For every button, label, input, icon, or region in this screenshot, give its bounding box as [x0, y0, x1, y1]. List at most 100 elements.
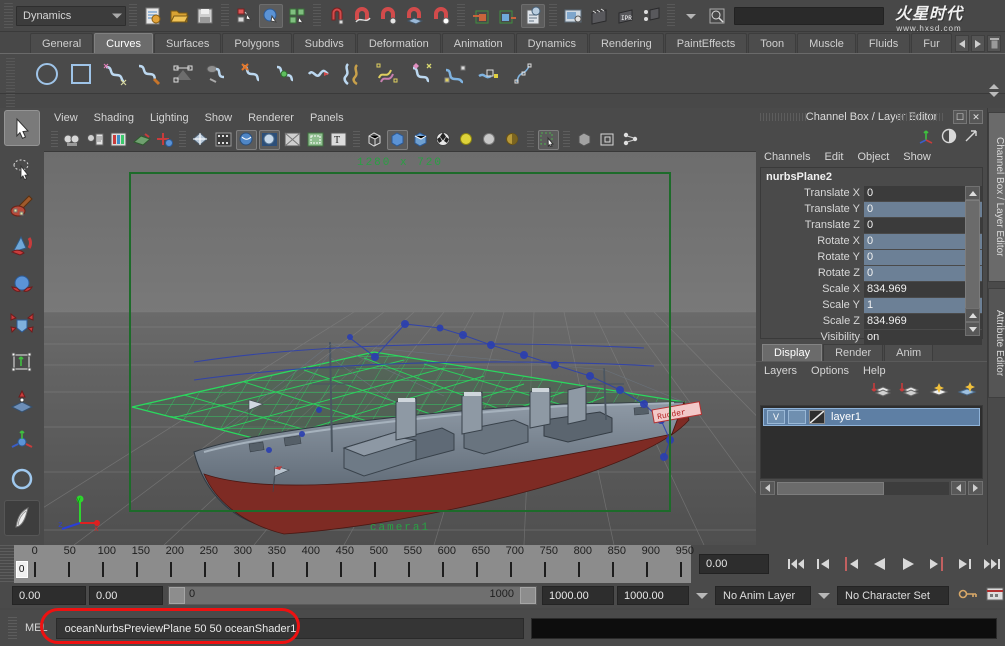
channel-box-menu-object[interactable]: Object [857, 151, 889, 163]
shelf-grip[interactable] [6, 58, 15, 110]
previous-key-button[interactable] [839, 552, 865, 576]
time-slider-grip[interactable] [0, 545, 14, 583]
range-slider-right-handle[interactable] [520, 587, 536, 604]
rebuild-curve-icon[interactable] [404, 57, 437, 90]
viewport-menu-lighting[interactable]: Lighting [150, 112, 189, 124]
channel-box-menu-edit[interactable]: Edit [824, 151, 843, 163]
vertical-tab-channel-box[interactable]: Channel Box / Layer Editor [988, 112, 1005, 282]
select-tool[interactable] [4, 110, 40, 146]
viewport-menu-view[interactable]: View [54, 112, 78, 124]
layer-name[interactable]: layer1 [828, 411, 861, 423]
viewport-menu-renderer[interactable]: Renderer [248, 112, 294, 124]
channel-row-visibility[interactable]: Visibility on [761, 329, 982, 345]
scroll-thumb[interactable] [965, 200, 980, 310]
add-points-tool-icon[interactable] [438, 57, 471, 90]
character-set-selector[interactable]: No Character Set [837, 586, 949, 605]
create-layer-from-selected-icon[interactable] [899, 381, 921, 402]
gate-mask-icon[interactable] [259, 130, 280, 150]
paint-select-tool[interactable] [4, 188, 40, 224]
layer-list-scrollbar[interactable] [760, 481, 983, 495]
film-gate-icon[interactable] [213, 130, 234, 150]
current-time-field[interactable]: 0.00 [699, 554, 769, 574]
shelf-tab-rendering[interactable]: Rendering [589, 33, 664, 53]
tab-anim[interactable]: Anim [884, 344, 933, 361]
nurbs-circle-icon[interactable] [30, 57, 63, 90]
rotate-tool[interactable] [4, 266, 40, 302]
layer-menu-layers[interactable]: Layers [764, 365, 797, 377]
shelf-tab-subdivs[interactable]: Subdivs [293, 33, 356, 53]
layer-visibility-toggle[interactable]: V [767, 410, 785, 424]
select-by-object-icon[interactable] [259, 4, 283, 28]
viewport-menu-panels[interactable]: Panels [310, 112, 344, 124]
shelf-tab-dynamics[interactable]: Dynamics [516, 33, 588, 53]
curve-editing-tool-icon[interactable] [472, 57, 505, 90]
image-plane-icon[interactable] [131, 130, 152, 150]
grid-toggle-icon[interactable] [190, 130, 211, 150]
channel-row-rotate-x[interactable]: Rotate X 0 [761, 233, 982, 249]
menu-set-selector[interactable]: Dynamics [16, 6, 126, 26]
undock-panel-button[interactable]: ☐ [953, 110, 967, 124]
use-default-light-icon[interactable] [456, 130, 477, 150]
close-panel-button[interactable]: ✕ [969, 110, 983, 124]
tab-render[interactable]: Render [823, 344, 883, 361]
two-d-pan-zoom-icon[interactable] [154, 130, 175, 150]
channel-row-translate-z[interactable]: Translate Z 0 [761, 217, 982, 233]
safe-title-icon[interactable]: T [328, 130, 349, 150]
offset-curve-icon[interactable] [370, 57, 403, 90]
layer-scroll-prev-button[interactable] [951, 481, 966, 495]
save-scene-icon[interactable] [193, 4, 217, 28]
channel-row-translate-x[interactable]: Translate X 0 [761, 185, 982, 201]
resolution-gate-icon[interactable] [236, 130, 257, 150]
channel-box-scroll-arrows[interactable] [965, 308, 980, 336]
animation-end-time-field[interactable]: 1000.00 [617, 586, 689, 605]
attribute-editor-icon[interactable] [521, 4, 545, 28]
create-empty-layer-icon[interactable] [871, 381, 893, 402]
paint-effects-tool[interactable] [4, 500, 40, 536]
layer-menu-options[interactable]: Options [811, 365, 849, 377]
input-connection-icon[interactable] [469, 4, 493, 28]
duplicate-surface-curves-icon[interactable] [200, 57, 233, 90]
animation-preferences-icon[interactable] [985, 586, 1005, 605]
render-view-icon[interactable] [561, 4, 585, 28]
viewport-menu-shading[interactable]: Shading [94, 112, 134, 124]
channel-box-menu-channels[interactable]: Channels [764, 151, 810, 163]
chevron-down-icon[interactable] [696, 593, 708, 599]
bookmarks-icon[interactable] [108, 130, 129, 150]
layer-scroll-left-button[interactable] [760, 481, 775, 495]
auto-keyframe-toggle-icon[interactable] [958, 586, 978, 605]
scroll-up-small-button[interactable] [965, 308, 980, 322]
chevron-down-icon[interactable] [818, 593, 830, 599]
shelf-next-button[interactable] [971, 35, 985, 52]
smooth-shade-all-icon[interactable] [387, 130, 408, 150]
shadows-icon[interactable] [502, 130, 523, 150]
toolbar-grip[interactable] [4, 3, 13, 29]
shelf-tab-surfaces[interactable]: Surfaces [154, 33, 221, 53]
channel-row-scale-y[interactable]: Scale Y 1 [761, 297, 982, 313]
snap-to-grid-icon[interactable] [325, 4, 349, 28]
anim-layer-selector[interactable]: No Anim Layer [715, 586, 811, 605]
open-close-curves-icon[interactable] [336, 57, 369, 90]
shelf-delete-button[interactable] [987, 35, 1001, 52]
safe-action-icon[interactable] [305, 130, 326, 150]
go-to-start-button[interactable] [783, 552, 809, 576]
step-forward-button[interactable] [951, 552, 977, 576]
toggle-channel-box-icon[interactable] [941, 128, 957, 147]
layer-row[interactable]: V layer1 [763, 408, 980, 426]
select-camera-icon[interactable] [62, 130, 83, 150]
range-slider[interactable]: 0 1000 [168, 586, 537, 605]
field-chart-icon[interactable] [282, 130, 303, 150]
layer-scroll-next-button[interactable] [968, 481, 983, 495]
create-render-layer-from-selected-icon[interactable] [955, 381, 977, 402]
shelf-tab-fluids[interactable]: Fluids [857, 33, 910, 53]
current-time-indicator[interactable]: 0 [16, 561, 28, 578]
channel-row-translate-y[interactable]: Translate Y 0 [761, 201, 982, 217]
channel-box-scrollbar[interactable] [965, 186, 980, 318]
move-tool[interactable] [4, 227, 40, 263]
chevron-down-icon[interactable] [679, 4, 703, 28]
channel-row-rotate-y[interactable]: Rotate Y 0 [761, 249, 982, 265]
shelf-prev-button[interactable] [955, 35, 969, 52]
channel-row-scale-z[interactable]: Scale Z 834.969 [761, 313, 982, 329]
shelf-tab-fur[interactable]: Fur [911, 33, 952, 53]
output-connection-icon[interactable] [495, 4, 519, 28]
command-line-grip[interactable] [8, 617, 17, 639]
